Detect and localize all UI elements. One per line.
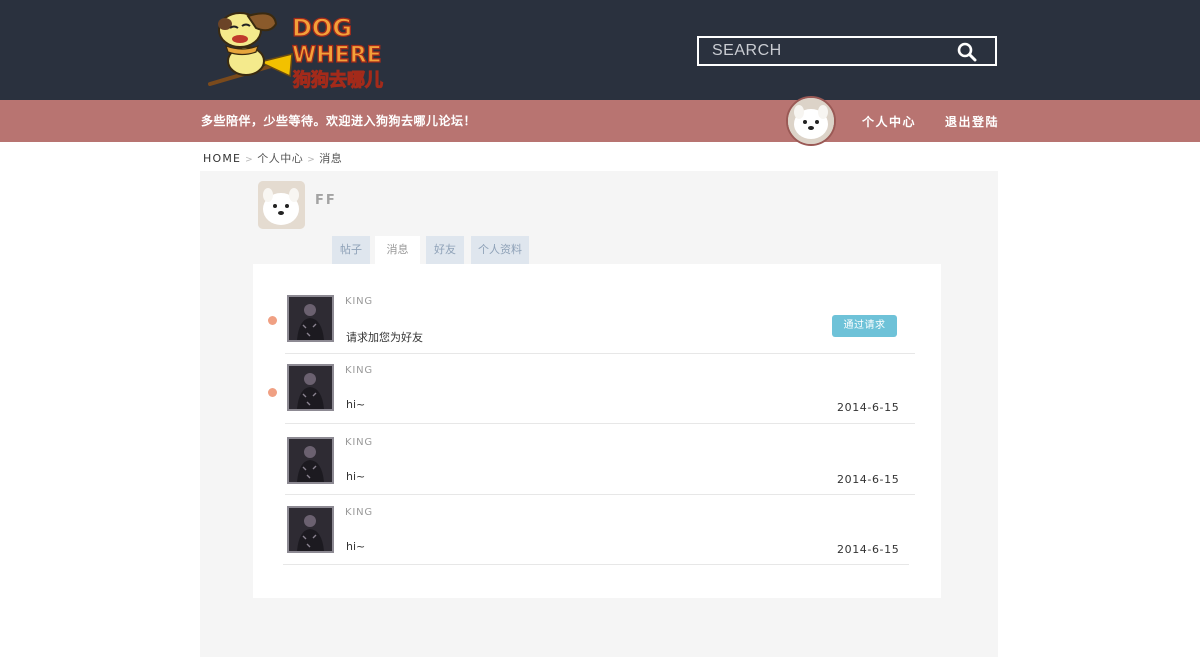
message-text: hi~	[346, 398, 366, 411]
sender-name: KING	[345, 365, 373, 376]
list-item[interactable]: KING hi~ 2014-6-15	[285, 425, 915, 495]
message-date: 2014-6-15	[837, 543, 900, 556]
person-avatar-icon	[289, 439, 332, 482]
svg-text:狗狗去哪儿: 狗狗去哪儿	[293, 69, 383, 91]
samoyed-avatar-icon	[788, 98, 834, 144]
message-date: 2014-6-15	[837, 401, 900, 414]
list-item[interactable]: KING hi~ 2014-6-15	[283, 495, 909, 565]
sender-name: KING	[345, 296, 373, 307]
logout-link[interactable]: 退出登陆	[945, 113, 999, 130]
breadcrumb-separator: >	[307, 155, 316, 165]
search-input[interactable]	[699, 38, 949, 64]
profile-panel: FF 帖子 消息 好友 个人资料 KING 请求加您为好友 通过请求 KING …	[200, 171, 998, 657]
message-text: 请求加您为好友	[346, 331, 423, 344]
tab-profile-info[interactable]: 个人资料	[471, 236, 529, 264]
search-icon[interactable]	[957, 42, 977, 62]
message-list: KING 请求加您为好友 通过请求 KING hi~ 2014-6-15 KIN…	[253, 264, 941, 598]
tab-friends[interactable]: 好友	[426, 236, 464, 264]
accept-request-button[interactable]: 通过请求	[832, 315, 897, 337]
sender-name: KING	[345, 437, 373, 448]
svg-text:DOG: DOG	[292, 14, 352, 42]
profile-center-link[interactable]: 个人中心	[862, 113, 916, 130]
breadcrumb-home[interactable]: HOME	[203, 152, 241, 165]
tab-posts[interactable]: 帖子	[332, 236, 370, 264]
breadcrumb-separator: >	[245, 155, 254, 165]
svg-text:WHERE: WHERE	[292, 43, 382, 68]
breadcrumb: HOME > 个人中心 > 消息	[203, 150, 342, 166]
sender-avatar[interactable]	[287, 437, 334, 484]
tab-messages[interactable]: 消息	[375, 236, 420, 265]
user-name: FF	[315, 193, 337, 208]
samoyed-avatar-icon	[258, 181, 305, 229]
person-avatar-icon	[289, 508, 332, 551]
person-avatar-icon	[289, 297, 332, 340]
list-item[interactable]: KING 请求加您为好友 通过请求	[268, 284, 915, 354]
list-item[interactable]: KING hi~ 2014-6-15	[268, 354, 915, 424]
sender-avatar[interactable]	[287, 295, 334, 342]
sender-name: KING	[345, 507, 373, 518]
top-header: DOG WHERE 狗狗去哪儿	[0, 0, 1200, 100]
message-text: hi~	[346, 470, 366, 483]
search-box	[697, 36, 997, 66]
unread-indicator	[268, 316, 277, 325]
message-date: 2014-6-15	[837, 473, 900, 486]
avatar[interactable]	[786, 96, 836, 146]
sender-avatar[interactable]	[287, 506, 334, 553]
person-avatar-icon	[289, 366, 332, 409]
breadcrumb-current: 消息	[319, 152, 343, 165]
message-text: hi~	[346, 540, 366, 553]
breadcrumb-profile-center[interactable]: 个人中心	[257, 152, 303, 165]
site-logo[interactable]: DOG WHERE 狗狗去哪儿	[200, 6, 390, 96]
unread-indicator	[268, 388, 277, 397]
welcome-bar: 多些陪伴，少些等待。欢迎进入狗狗去哪儿论坛！ 个人中心 退出登陆	[0, 96, 1200, 146]
welcome-text: 多些陪伴，少些等待。欢迎进入狗狗去哪儿论坛！	[201, 114, 477, 128]
user-avatar[interactable]	[258, 181, 305, 229]
dog-mascot-logo: DOG WHERE 狗狗去哪儿	[208, 12, 384, 92]
sender-avatar[interactable]	[287, 364, 334, 411]
